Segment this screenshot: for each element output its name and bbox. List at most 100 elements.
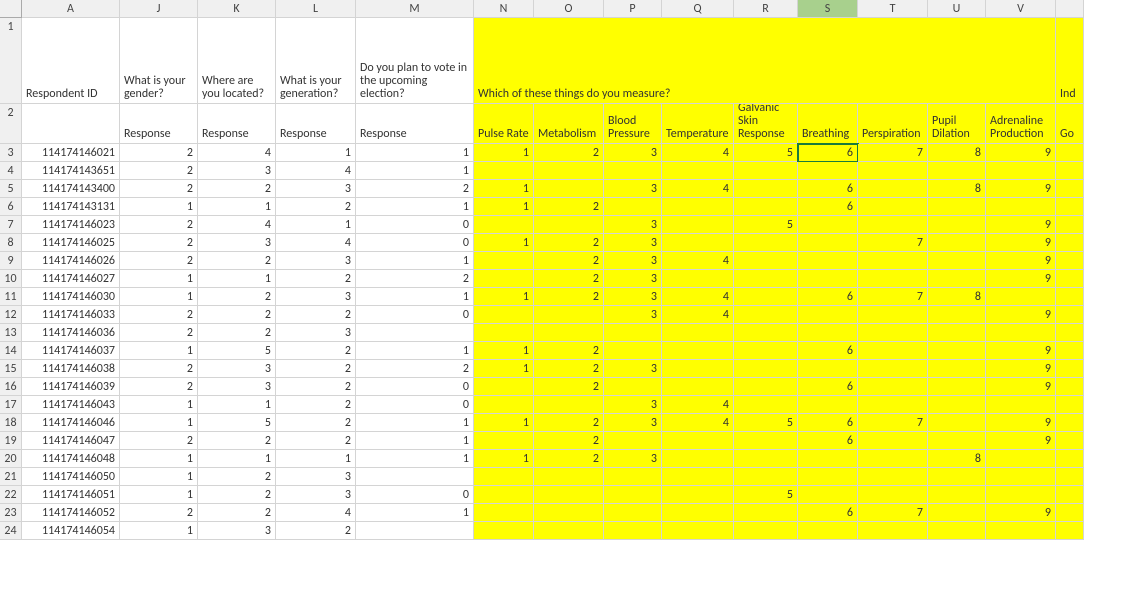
data-cell[interactable]: 2 — [276, 414, 356, 432]
subheader-cell[interactable]: Response — [198, 104, 276, 144]
data-cell[interactable]: 1 — [356, 450, 474, 468]
row-header[interactable]: 16 — [0, 378, 22, 396]
data-cell[interactable] — [662, 216, 734, 234]
data-cell[interactable] — [734, 288, 798, 306]
data-cell[interactable]: 3 — [604, 396, 662, 414]
data-cell[interactable] — [474, 522, 534, 540]
data-cell[interactable] — [662, 504, 734, 522]
data-cell[interactable] — [1056, 252, 1084, 270]
data-cell[interactable]: 114174146052 — [22, 504, 120, 522]
data-cell[interactable] — [858, 360, 928, 378]
data-cell[interactable]: 2 — [356, 180, 474, 198]
data-cell[interactable]: 3 — [198, 162, 276, 180]
row-header[interactable]: 24 — [0, 522, 22, 540]
data-cell[interactable]: 1 — [120, 288, 198, 306]
data-cell[interactable] — [928, 216, 986, 234]
data-cell[interactable]: 114174143131 — [22, 198, 120, 216]
data-cell[interactable] — [858, 486, 928, 504]
data-cell[interactable] — [534, 486, 604, 504]
col-header[interactable]: R — [734, 0, 798, 18]
data-cell[interactable]: 3 — [198, 378, 276, 396]
data-cell[interactable] — [662, 360, 734, 378]
row-header[interactable]: 3 — [0, 144, 22, 162]
data-cell[interactable]: 2 — [120, 504, 198, 522]
data-cell[interactable] — [928, 504, 986, 522]
subheader-cell[interactable]: Metabolism — [534, 104, 604, 144]
data-cell[interactable]: 1 — [120, 468, 198, 486]
data-cell[interactable] — [734, 198, 798, 216]
col-header[interactable]: A — [22, 0, 120, 18]
data-cell[interactable] — [662, 432, 734, 450]
data-cell[interactable]: 2 — [276, 360, 356, 378]
data-cell[interactable]: 6 — [798, 180, 858, 198]
col-header[interactable] — [0, 0, 22, 18]
data-cell[interactable]: 1 — [120, 198, 198, 216]
data-cell[interactable] — [474, 252, 534, 270]
data-cell[interactable] — [356, 468, 474, 486]
col-header[interactable]: M — [356, 0, 474, 18]
data-cell[interactable] — [858, 306, 928, 324]
data-cell[interactable]: 4 — [198, 216, 276, 234]
data-cell[interactable]: 2 — [534, 414, 604, 432]
data-cell[interactable]: 2 — [120, 162, 198, 180]
data-cell[interactable] — [858, 252, 928, 270]
data-cell[interactable] — [928, 414, 986, 432]
data-cell[interactable]: 9 — [986, 342, 1056, 360]
data-cell[interactable]: 3 — [276, 324, 356, 342]
data-cell[interactable] — [534, 306, 604, 324]
data-cell[interactable] — [928, 270, 986, 288]
data-cell[interactable] — [858, 162, 928, 180]
data-cell[interactable] — [928, 522, 986, 540]
data-cell[interactable]: 2 — [120, 378, 198, 396]
data-cell[interactable] — [928, 252, 986, 270]
data-cell[interactable]: 2 — [276, 270, 356, 288]
row-header[interactable]: 19 — [0, 432, 22, 450]
data-cell[interactable] — [474, 396, 534, 414]
data-cell[interactable] — [1056, 486, 1084, 504]
header-cell[interactable]: What is your generation? — [276, 18, 356, 104]
data-cell[interactable]: 2 — [276, 198, 356, 216]
spreadsheet-grid[interactable]: AJKLMNOPQRSTUV1Respondent IDWhat is your… — [0, 0, 1141, 540]
data-cell[interactable]: 1 — [120, 486, 198, 504]
subheader-cell[interactable]: Pulse Rate — [474, 104, 534, 144]
data-cell[interactable]: 2 — [198, 252, 276, 270]
data-cell[interactable] — [1056, 414, 1084, 432]
data-cell[interactable]: 1 — [474, 180, 534, 198]
data-cell[interactable]: 2 — [276, 378, 356, 396]
data-cell[interactable] — [662, 450, 734, 468]
subheader-cell[interactable]: Adrenaline Production — [986, 104, 1056, 144]
data-cell[interactable]: 114174146026 — [22, 252, 120, 270]
col-header[interactable]: J — [120, 0, 198, 18]
data-cell[interactable]: 1 — [120, 396, 198, 414]
subheader-cell[interactable]: Pupil Dilation — [928, 104, 986, 144]
data-cell[interactable]: 2 — [120, 252, 198, 270]
data-cell[interactable]: 1 — [120, 522, 198, 540]
data-cell[interactable] — [928, 306, 986, 324]
data-cell[interactable]: 2 — [198, 432, 276, 450]
data-cell[interactable] — [986, 396, 1056, 414]
col-header[interactable]: T — [858, 0, 928, 18]
data-cell[interactable]: 5 — [198, 414, 276, 432]
data-cell[interactable]: 2 — [276, 432, 356, 450]
subheader-cell[interactable]: Response — [356, 104, 474, 144]
data-cell[interactable] — [474, 432, 534, 450]
data-cell[interactable] — [1056, 288, 1084, 306]
data-cell[interactable]: 2 — [534, 252, 604, 270]
data-cell[interactable]: 1 — [120, 450, 198, 468]
data-cell[interactable]: 4 — [662, 306, 734, 324]
data-cell[interactable]: 1 — [356, 504, 474, 522]
data-cell[interactable]: 4 — [662, 180, 734, 198]
data-cell[interactable]: 9 — [986, 504, 1056, 522]
data-cell[interactable]: 114174146021 — [22, 144, 120, 162]
data-cell[interactable] — [858, 396, 928, 414]
data-cell[interactable]: 114174143400 — [22, 180, 120, 198]
data-cell[interactable]: 1 — [198, 270, 276, 288]
data-cell[interactable]: 0 — [356, 396, 474, 414]
data-cell[interactable]: 114174146033 — [22, 306, 120, 324]
data-cell[interactable] — [474, 162, 534, 180]
data-cell[interactable]: 6 — [798, 414, 858, 432]
data-cell[interactable]: 9 — [986, 216, 1056, 234]
data-cell[interactable]: 2 — [356, 270, 474, 288]
data-cell[interactable]: 4 — [198, 144, 276, 162]
data-cell[interactable]: 7 — [858, 234, 928, 252]
